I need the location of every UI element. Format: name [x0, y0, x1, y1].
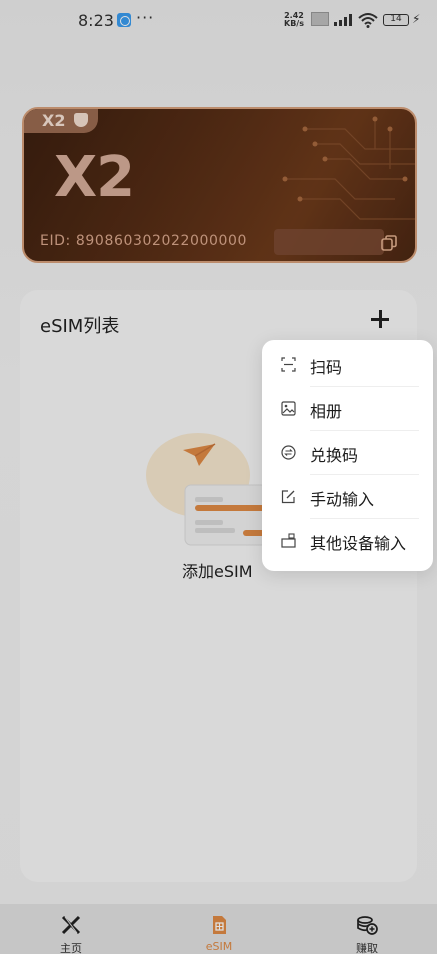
menu-item-album-label: 相册 [310, 402, 343, 421]
manual-input-icon [281, 490, 295, 504]
menu-item-manual-input-label: 手动输入 [310, 490, 375, 509]
menu-item-manual-input[interactable]: 手动输入 [262, 474, 433, 518]
menu-item-other-device[interactable]: 其他设备输入 [262, 518, 433, 562]
add-esim-menu: 扫码 相册 兑换码 手动输入 其他设备输入 [262, 340, 433, 571]
album-icon [281, 401, 296, 416]
menu-item-redeem-code-label: 兑换码 [310, 446, 359, 465]
other-device-icon [281, 533, 296, 548]
menu-item-redeem-code[interactable]: 兑换码 [262, 430, 433, 474]
redeem-code-icon [281, 445, 296, 460]
menu-item-other-device-label: 其他设备输入 [310, 534, 407, 553]
scan-icon [281, 357, 296, 372]
menu-item-scan-label: 扫码 [310, 358, 343, 377]
menu-item-scan[interactable]: 扫码 [262, 342, 433, 386]
app-screen: 8:23 ··· 2.42 KB/s 14 ⚡ X2 X2 EID: 89086… [0, 0, 437, 954]
menu-item-album[interactable]: 相册 [262, 386, 433, 430]
